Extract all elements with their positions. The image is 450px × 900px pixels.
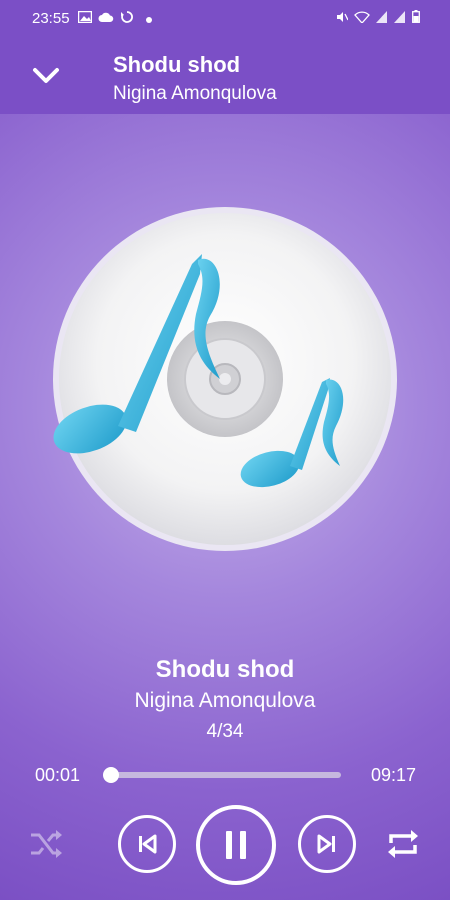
header-title: Shodu shod xyxy=(113,52,241,77)
repeat-button[interactable] xyxy=(384,826,422,862)
total-duration: 09:17 xyxy=(370,765,416,785)
dot-icon xyxy=(145,11,152,26)
skip-previous-icon xyxy=(139,834,157,854)
status-bar: 23:55 xyxy=(0,0,450,36)
track-artist: Nigina Amonqulova xyxy=(134,689,316,712)
seek-thumb[interactable] xyxy=(103,767,120,783)
battery-icon xyxy=(412,10,420,26)
seek-bar[interactable] xyxy=(103,767,341,783)
shuffle-icon xyxy=(31,830,62,858)
wifi-icon xyxy=(354,10,370,26)
next-button[interactable] xyxy=(298,815,356,873)
repeat-icon xyxy=(388,830,418,858)
image-icon xyxy=(77,10,92,26)
cloud-icon xyxy=(98,11,114,26)
app-bar: Shodu shod Nigina Amonqulova xyxy=(0,36,450,114)
play-pause-button[interactable] xyxy=(196,805,276,885)
status-time: 23:55 xyxy=(32,9,70,27)
track-position: 4/34 xyxy=(206,721,244,742)
elapsed-time: 00:01 xyxy=(35,765,81,785)
pause-icon xyxy=(226,831,246,859)
signal-icon xyxy=(394,10,406,26)
chevron-down-icon xyxy=(33,68,59,83)
skip-next-icon xyxy=(317,834,335,854)
signal-icon xyxy=(376,10,388,26)
collapse-button[interactable] xyxy=(28,58,64,94)
shuffle-button[interactable] xyxy=(28,826,64,862)
header-subtitle: Nigina Amonqulova xyxy=(113,83,277,104)
notification-icons xyxy=(77,10,152,27)
track-title: Shodu shod xyxy=(155,656,295,683)
album-art xyxy=(50,204,400,554)
previous-button[interactable] xyxy=(118,815,176,873)
mute-icon xyxy=(336,11,349,26)
sync-icon xyxy=(120,10,134,27)
system-icons xyxy=(336,10,420,26)
